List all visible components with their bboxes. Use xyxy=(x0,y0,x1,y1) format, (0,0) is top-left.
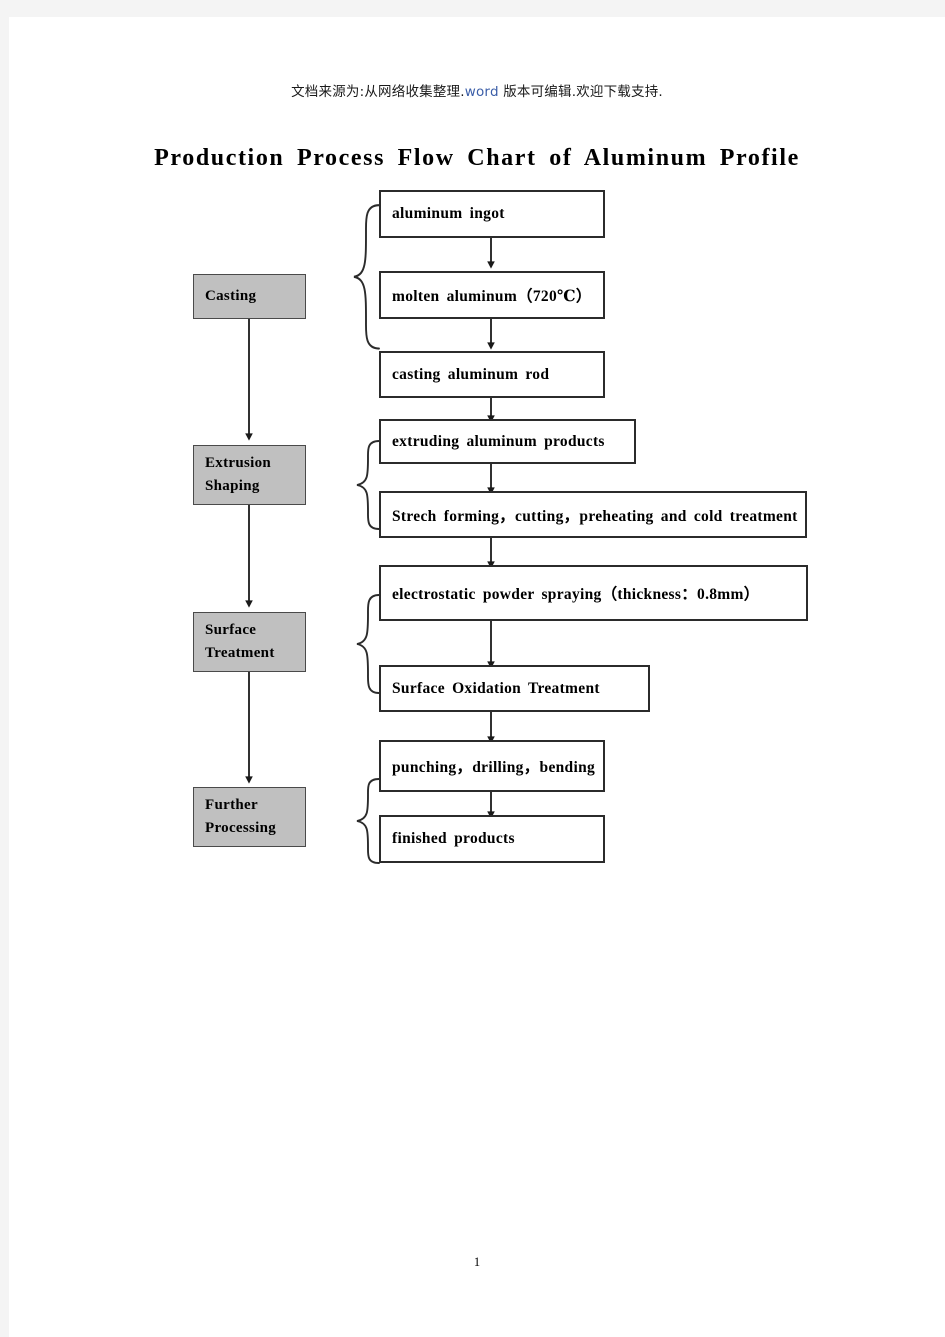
process-label-punching-drilling-bending: punching，drilling，bending xyxy=(392,759,596,776)
stage-label-extrusion-line1: Extrusion xyxy=(205,454,272,471)
process-box-finished-products[interactable]: finished products xyxy=(379,815,605,863)
process-label-strech-forming: Strech forming，cutting，preheating and co… xyxy=(392,507,798,525)
document-page: 文档来源为:从网络收集整理.word 版本可编辑.欢迎下载支持. Product… xyxy=(9,17,945,1337)
process-label-surface-oxidation: Surface Oxidation Treatment xyxy=(392,679,600,697)
flow-chart: Casting Extrusion Shaping Surface Treatm… xyxy=(9,17,945,1337)
process-box-molten-aluminum[interactable]: molten aluminum（720℃） xyxy=(379,271,605,319)
process-box-casting-aluminum-rod[interactable]: casting aluminum rod xyxy=(379,351,605,398)
process-label-finished-products: finished products xyxy=(392,830,515,847)
stage-label-surface-line2: Treatment xyxy=(205,645,275,661)
stage-box-extrusion-shaping[interactable]: Extrusion Shaping xyxy=(193,445,306,505)
process-box-punching-drilling-bending[interactable]: punching，drilling，bending xyxy=(379,740,605,792)
process-box-powder-spraying[interactable]: electrostatic powder spraying（thickness：… xyxy=(379,565,808,621)
process-label-powder-spraying: electrostatic powder spraying（thickness：… xyxy=(392,586,760,603)
process-box-strech-forming[interactable]: Strech forming，cutting，preheating and co… xyxy=(379,491,807,538)
stage-box-further-processing[interactable]: Further Processing xyxy=(193,787,306,847)
stage-label-surface-line1: Surface xyxy=(205,621,257,638)
stage-box-surface-treatment[interactable]: Surface Treatment xyxy=(193,612,306,672)
process-box-aluminum-ingot[interactable]: aluminum ingot xyxy=(379,190,605,238)
process-label-casting-aluminum-rod: casting aluminum rod xyxy=(392,365,550,383)
process-label-molten-aluminum: molten aluminum（720℃） xyxy=(392,288,592,305)
stage-label-extrusion-line2: Shaping xyxy=(205,478,260,494)
page-number: 1 xyxy=(473,1255,481,1269)
stage-label-casting: Casting xyxy=(205,287,257,304)
stage-label-further-line2: Processing xyxy=(205,820,277,836)
process-box-surface-oxidation[interactable]: Surface Oxidation Treatment xyxy=(379,665,650,712)
stage-label-further-line1: Further xyxy=(205,796,258,813)
stage-box-casting[interactable]: Casting xyxy=(193,274,306,319)
process-box-extruding-aluminum-products[interactable]: extruding aluminum products xyxy=(379,419,636,464)
process-label-extruding-aluminum-products: extruding aluminum products xyxy=(392,432,605,450)
process-label-aluminum-ingot: aluminum ingot xyxy=(392,205,505,222)
